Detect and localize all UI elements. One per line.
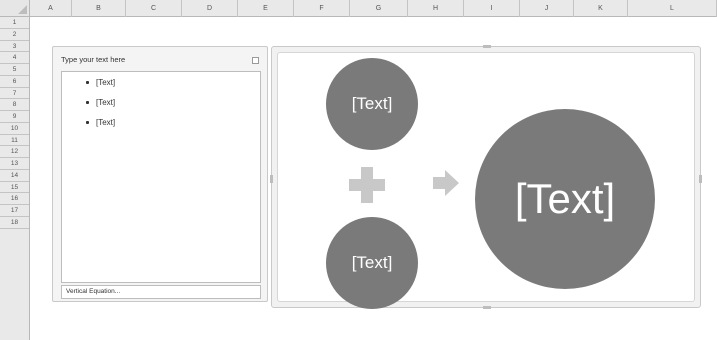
column-header[interactable]: K bbox=[574, 0, 628, 17]
column-header[interactable]: E bbox=[238, 0, 294, 17]
text-pane-body[interactable]: [Text] [Text] [Text] bbox=[61, 71, 261, 283]
bullet-text: [Text] bbox=[96, 78, 116, 87]
plus-icon[interactable] bbox=[349, 167, 385, 203]
input-circle-top[interactable]: [Text] bbox=[326, 58, 418, 150]
column-header[interactable]: F bbox=[294, 0, 350, 17]
select-all-corner[interactable] bbox=[0, 0, 30, 17]
row-header[interactable]: 7 bbox=[0, 88, 29, 100]
select-all-triangle-icon bbox=[18, 5, 27, 14]
row-header[interactable]: 13 bbox=[0, 158, 29, 170]
column-header[interactable]: J bbox=[520, 0, 574, 17]
row-header[interactable]: 2 bbox=[0, 29, 29, 41]
resize-handle-top[interactable] bbox=[483, 45, 491, 48]
row-header[interactable]: 12 bbox=[0, 146, 29, 158]
text-pane-bullet[interactable]: [Text] bbox=[86, 78, 115, 87]
row-header[interactable]: 5 bbox=[0, 64, 29, 76]
smartart-canvas: [Text] [Text] [Text] bbox=[277, 52, 695, 309]
input-circle-bottom[interactable]: [Text] bbox=[326, 217, 418, 309]
smartart-text-pane: Type your text here [Text] [Text] [Text]… bbox=[52, 46, 268, 302]
text-pane-bullet[interactable]: [Text] bbox=[86, 118, 115, 127]
result-circle[interactable]: [Text] bbox=[475, 109, 655, 289]
row-header[interactable]: 15 bbox=[0, 182, 29, 194]
resize-handle-right[interactable] bbox=[699, 175, 702, 183]
column-header[interactable]: D bbox=[182, 0, 238, 17]
row-header[interactable]: 1 bbox=[0, 17, 29, 29]
bullet-icon bbox=[86, 101, 89, 105]
row-header[interactable]: 4 bbox=[0, 52, 29, 64]
row-header[interactable]: 3 bbox=[0, 41, 29, 53]
column-header[interactable]: B bbox=[72, 0, 126, 17]
bullet-text: [Text] bbox=[96, 98, 116, 107]
column-header[interactable]: C bbox=[126, 0, 182, 17]
row-header[interactable]: 8 bbox=[0, 99, 29, 111]
row-header[interactable]: 10 bbox=[0, 123, 29, 135]
close-text-pane-icon[interactable] bbox=[252, 57, 259, 64]
column-header[interactable]: L bbox=[628, 0, 717, 17]
plus-icon-horizontal-bar bbox=[349, 179, 385, 191]
row-header[interactable]: 11 bbox=[0, 135, 29, 147]
layout-name-link[interactable]: Vertical Equation... bbox=[61, 285, 261, 299]
text-pane-bullet[interactable]: [Text] bbox=[86, 98, 115, 107]
column-header[interactable]: A bbox=[30, 0, 72, 17]
text-pane-title: Type your text here bbox=[61, 55, 126, 64]
row-header[interactable]: 16 bbox=[0, 193, 29, 205]
row-header[interactable]: 17 bbox=[0, 205, 29, 217]
row-header[interactable]: 6 bbox=[0, 76, 29, 88]
row-header[interactable]: 9 bbox=[0, 111, 29, 123]
column-header[interactable]: H bbox=[408, 0, 464, 17]
row-header[interactable]: 18 bbox=[0, 217, 29, 229]
smartart-graphic-frame[interactable]: [Text] [Text] [Text] bbox=[270, 45, 702, 309]
bullet-text: [Text] bbox=[96, 118, 116, 127]
resize-handle-left[interactable] bbox=[270, 175, 273, 183]
column-header[interactable]: G bbox=[350, 0, 408, 17]
column-headers: ABCDEFGHIJKL bbox=[30, 0, 717, 17]
row-header[interactable]: 14 bbox=[0, 170, 29, 182]
column-header[interactable]: I bbox=[464, 0, 520, 17]
row-headers: 1 2 3 4 5 6 7 8 9 10 11 12 13 14 15 16 17 18 bbox=[0, 17, 30, 340]
resize-handle-bottom[interactable] bbox=[483, 306, 491, 309]
arrow-right-icon[interactable] bbox=[433, 170, 459, 196]
bullet-icon bbox=[86, 81, 89, 85]
bullet-icon bbox=[86, 121, 89, 125]
